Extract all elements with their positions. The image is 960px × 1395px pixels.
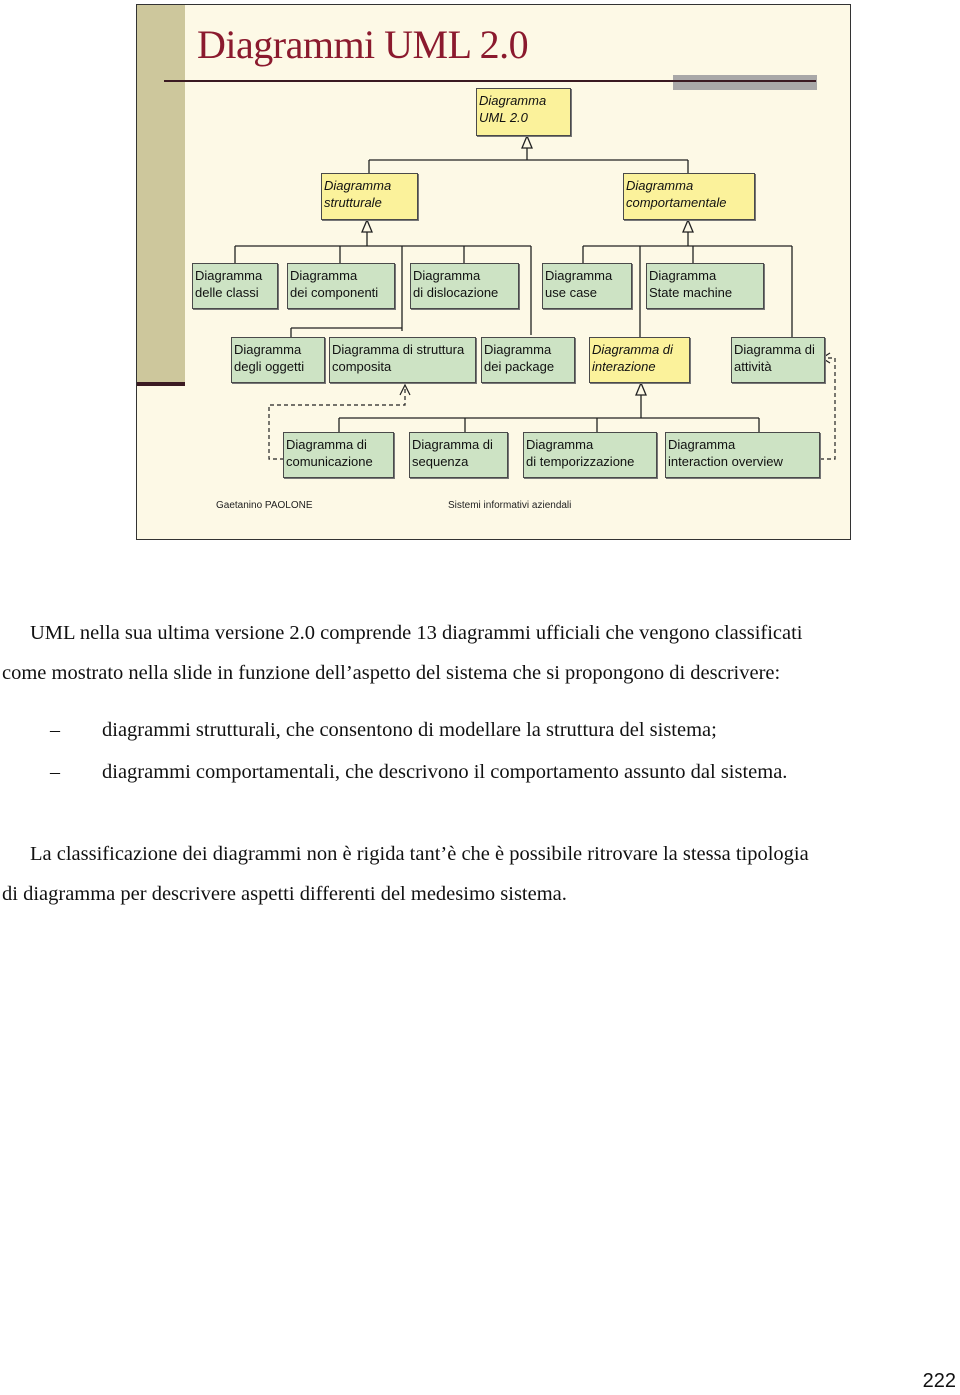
paragraph-2-line-1: La classificazione dei diagrammi non è r… bbox=[30, 843, 809, 865]
box-sequence-diagram: Diagramma di sequenza bbox=[409, 432, 508, 478]
box-use-case-diagram: Diagramma use case bbox=[542, 263, 632, 309]
box-activity-diagram: Diagramma di attività bbox=[731, 337, 825, 383]
box-package-diagram: Diagramma dei package bbox=[481, 337, 575, 383]
bullet-marker: – bbox=[50, 761, 60, 783]
box-composite-structure-diagram: Diagramma di struttura composita bbox=[329, 337, 476, 383]
box-interaction-overview-diagram: Diagramma interaction overview bbox=[665, 432, 820, 478]
bullet-marker: – bbox=[50, 719, 60, 741]
bullet-item: diagrammi comportamentali, che descrivon… bbox=[102, 761, 788, 783]
box-behavioral-diagram: Diagramma comportamentale bbox=[623, 173, 755, 220]
bullet-item: diagrammi strutturali, che consentono di… bbox=[102, 719, 717, 741]
slide-footer-author: Gaetanino PAOLONE bbox=[216, 500, 313, 511]
box-deployment-diagram: Diagramma di dislocazione bbox=[410, 263, 519, 309]
slide: Diagrammi UML 2.0 Diagramma UML 2.0 Diag… bbox=[136, 4, 851, 540]
box-structural-diagram: Diagramma strutturale bbox=[321, 173, 418, 220]
box-timing-diagram: Diagramma di temporizzazione bbox=[523, 432, 657, 478]
box-interaction-diagram: Diagramma di interazione bbox=[589, 337, 690, 383]
box-uml-diagram: Diagramma UML 2.0 bbox=[476, 88, 571, 136]
paragraph-2-line-2: di diagramma per descrivere aspetti diff… bbox=[2, 883, 567, 905]
box-state-machine-diagram: Diagramma State machine bbox=[646, 263, 764, 309]
page-number: 222 bbox=[922, 1370, 956, 1392]
box-object-diagram: Diagramma degli oggetti bbox=[231, 337, 325, 383]
paragraph-1-line-2: come mostrato nella slide in funzione de… bbox=[2, 662, 781, 684]
paragraph-1-line-1: UML nella sua ultima versione 2.0 compre… bbox=[30, 622, 803, 644]
box-communication-diagram: Diagramma di comunicazione bbox=[283, 432, 394, 478]
box-component-diagram: Diagramma dei componenti bbox=[287, 263, 395, 309]
slide-footer-course: Sistemi informativi aziendali bbox=[448, 500, 572, 511]
box-class-diagram: Diagramma delle classi bbox=[192, 263, 278, 309]
